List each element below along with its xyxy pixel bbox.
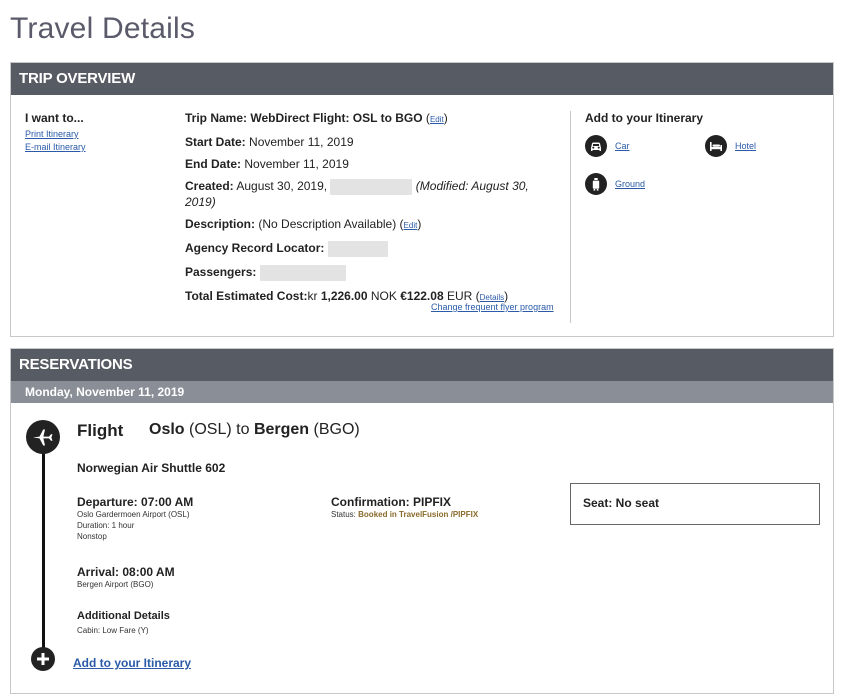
add-hotel-option[interactable]: Hotel (705, 135, 756, 157)
end-date-value: November 11, 2019 (244, 157, 349, 171)
add-car-link[interactable]: Car (615, 141, 630, 151)
description-label: Description: (185, 217, 256, 231)
trip-name-row: Trip Name: WebDirect Flight: OSL to BGO … (185, 111, 448, 125)
hotel-icon (705, 135, 727, 157)
departure-airport: Oslo Gardermoen Airport (OSL) (77, 510, 190, 519)
add-circle-icon[interactable] (31, 647, 55, 671)
locator-row: Agency Record Locator: (185, 241, 565, 257)
cost-eur-amount: €122.08 (400, 289, 444, 303)
trip-name-value: WebDirect Flight: OSL to BGO (250, 111, 423, 125)
add-to-itinerary-link[interactable]: Add to your Itinerary (73, 656, 191, 670)
ground-transport-icon (585, 173, 607, 195)
i-want-to-section: I want to... Print Itinerary E-mail Itin… (25, 111, 86, 154)
page-title: Travel Details (10, 12, 196, 45)
origin-city: Oslo (149, 421, 185, 438)
locator-label: Agency Record Locator: (185, 241, 325, 256)
timeline-line (42, 437, 45, 659)
add-itinerary-section: Add to your Itinerary (585, 111, 703, 125)
trip-overview-panel: TRIP OVERVIEW I want to... Print Itinera… (10, 62, 834, 337)
description-row: Description: (No Description Available) … (185, 217, 422, 231)
confirmation-block: Confirmation: PIPFIX Status: Booked in T… (331, 495, 478, 520)
add-car-option[interactable]: Car (585, 135, 630, 157)
start-date-row: Start Date: November 11, 2019 (185, 135, 565, 149)
redacted-locator (327, 241, 388, 257)
flight-stops: Nonstop (77, 532, 107, 541)
departure-block: Departure: 07:00 AM Oslo Gardermoen Airp… (77, 495, 193, 542)
additional-details-block: Additional Details Cabin: Low Fare (Y) (77, 610, 170, 636)
booking-status: Status: Booked in TravelFusion /PIPFIX (331, 509, 478, 520)
reservation-type: Flight (77, 421, 124, 440)
passengers-label: Passengers: (185, 265, 257, 280)
i-want-to-title: I want to... (25, 111, 84, 125)
end-date-row: End Date: November 11, 2019 (185, 157, 565, 171)
created-label: Created: (185, 179, 234, 194)
flight-duration: Duration: 1 hour (77, 521, 135, 530)
destination-code: (BGO) (313, 421, 360, 438)
additional-details-heading: Additional Details (77, 610, 170, 622)
add-ground-option[interactable]: Ground (585, 173, 645, 195)
confirmation-heading: Confirmation: PIPFIX (331, 495, 451, 509)
airline-flight-number: Norwegian Air Shuttle 602 (77, 461, 226, 475)
add-itinerary-title: Add to your Itinerary (585, 111, 704, 125)
seat-info-box: Seat: No seat (570, 483, 820, 525)
cost-eur-currency: EUR (446, 289, 473, 303)
vertical-divider (570, 111, 571, 323)
edit-trip-name-link[interactable]: Edit (430, 115, 444, 124)
arrival-airport: Bergen Airport (BGO) (77, 580, 154, 589)
departure-heading: Departure: 07:00 AM (77, 495, 194, 509)
airplane-icon (26, 420, 60, 454)
description-value: (No Description Available) (258, 217, 397, 231)
reservations-panel: RESERVATIONS Monday, November 11, 2019 F… (10, 348, 834, 694)
status-value: Booked in TravelFusion /PIPFIX (358, 510, 479, 519)
reservations-header: RESERVATIONS (11, 349, 833, 381)
created-value: August 30, 2019, (236, 179, 328, 194)
email-itinerary-link[interactable]: E-mail Itinerary (25, 141, 86, 154)
car-icon (585, 135, 607, 157)
trip-overview-header: TRIP OVERVIEW (11, 63, 833, 95)
add-hotel-link[interactable]: Hotel (735, 141, 756, 151)
created-row: Created: August 30, 2019, (Modified: Aug… (185, 179, 565, 209)
destination-city: Bergen (253, 421, 310, 438)
modified-value-line1: (Modified: August 30, (415, 179, 529, 194)
change-frequent-flyer-link[interactable]: Change frequent flyer program (431, 302, 554, 312)
passengers-row: Passengers: (185, 265, 565, 281)
start-date-value: November 11, 2019 (249, 135, 354, 149)
cost-nok-currency: NOK (370, 289, 397, 303)
trip-name-label: Trip Name: (185, 111, 248, 125)
modified-value-line2: 2019) (185, 195, 216, 209)
cost-label: Total Estimated Cost: (185, 289, 308, 303)
arrival-block: Arrival: 08:00 AM Bergen Airport (BGO) (77, 565, 175, 590)
redacted-passengers (259, 265, 346, 281)
flight-route: Oslo (OSL) to Bergen (BGO) (149, 421, 360, 439)
add-ground-link[interactable]: Ground (615, 179, 645, 189)
cost-details-link[interactable]: Details (480, 293, 504, 302)
arrival-heading: Arrival: 08:00 AM (77, 565, 175, 579)
cost-nok-amount: 1,226.00 (320, 289, 368, 303)
origin-code: (OSL) (189, 421, 232, 438)
start-date-label: Start Date: (185, 135, 246, 149)
status-label: Status: (331, 510, 356, 519)
reservation-date-bar: Monday, November 11, 2019 (11, 381, 833, 403)
end-date-label: End Date: (185, 157, 242, 171)
cost-prefix: kr (307, 289, 318, 303)
route-to: to (236, 421, 250, 438)
trip-details: Trip Name: WebDirect Flight: OSL to BGO … (185, 111, 565, 313)
cabin-class: Cabin: Low Fare (Y) (77, 626, 149, 635)
print-itinerary-link[interactable]: Print Itinerary (25, 128, 86, 141)
redacted-creator (330, 179, 413, 195)
edit-description-link[interactable]: Edit (404, 221, 418, 230)
